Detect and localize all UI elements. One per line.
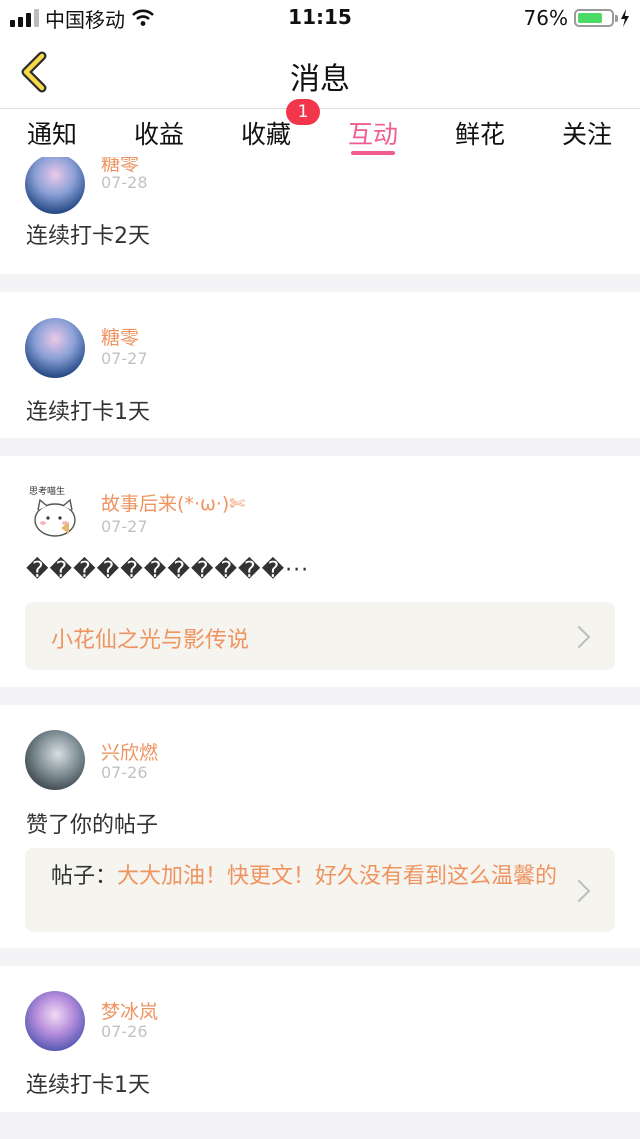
message-text: 连续打卡2天 (26, 224, 150, 249)
post-date: 07-28 (101, 173, 148, 192)
avatar[interactable] (25, 318, 85, 378)
nav-bar: 消息 (0, 36, 640, 108)
tab-flowers[interactable]: 鲜花 (435, 115, 525, 151)
username[interactable]: 糖零 (101, 323, 139, 350)
post-label: 帖子： (51, 864, 118, 889)
status-right: 76% (524, 4, 630, 32)
message-text: 赞了你的帖子 (26, 813, 159, 838)
message-text: �����������··· (26, 558, 310, 583)
post-title: 大大加油！快更文！好久没有看到这么温馨的 (117, 864, 558, 889)
tab-earnings[interactable]: 收益 (114, 115, 204, 151)
tab-notifications[interactable]: 通知 (7, 115, 97, 151)
message-text: 连续打卡1天 (26, 400, 150, 425)
avatar[interactable] (25, 157, 85, 214)
avatar[interactable]: 思考喵生 (25, 482, 85, 542)
feed-card[interactable]: 兴欣燃 07-26 赞了你的帖子 帖子：大大加油！快更文！好久没有看到这么温馨的 (0, 705, 640, 948)
feed-card[interactable]: 梦冰岚 07-26 连续打卡1天 (0, 966, 640, 1112)
username[interactable]: 梦冰岚 (101, 997, 158, 1024)
battery-percent: 76% (523, 6, 568, 30)
referenced-book[interactable]: 小花仙之光与影传说 (25, 602, 615, 670)
cat-sticker-icon (34, 498, 76, 537)
post-snippet: 帖子：大大加油！快更文！好久没有看到这么温馨的 (51, 865, 571, 889)
tab-following[interactable]: 关注 (542, 115, 632, 151)
avatar[interactable] (25, 730, 85, 790)
feed-card[interactable]: 思考喵生 故事后来(*·ω·)✄ 07-27 �����������··· 小花… (0, 456, 640, 687)
chevron-right-icon (567, 879, 591, 903)
post-date: 07-27 (101, 349, 148, 368)
feed-card[interactable]: 糖零 07-27 连续打卡1天 (0, 292, 640, 438)
avatar[interactable] (25, 991, 85, 1051)
status-bar: 中国移动 11:15 76% (0, 0, 640, 36)
page-title: 消息 (290, 62, 350, 97)
chevron-right-icon (567, 625, 591, 649)
tab-interactions[interactable]: 互动 (328, 115, 418, 151)
tab-bar: 通知 收益 收藏 1 互动 鲜花 关注 (0, 99, 640, 157)
post-date: 07-26 (101, 1022, 148, 1041)
interaction-feed: 糖零 07-28 连续打卡2天 糖零 07-27 连续打卡1天 思考喵生 故事后… (0, 157, 640, 1139)
favorites-badge: 1 (286, 99, 320, 125)
username[interactable]: 兴欣燃 (101, 738, 158, 765)
post-date: 07-27 (101, 517, 148, 536)
book-title: 小花仙之光与影传说 (51, 628, 250, 653)
message-text: 连续打卡1天 (26, 1073, 150, 1098)
active-tab-indicator (351, 151, 395, 155)
battery-icon (574, 9, 618, 27)
post-date: 07-26 (101, 763, 148, 782)
referenced-post[interactable]: 帖子：大大加油！快更文！好久没有看到这么温馨的 (25, 848, 615, 932)
username[interactable]: 故事后来(*·ω·)✄ (101, 489, 245, 516)
feed-card[interactable]: 糖零 07-28 连续打卡2天 (0, 157, 640, 274)
charging-icon (621, 9, 629, 27)
